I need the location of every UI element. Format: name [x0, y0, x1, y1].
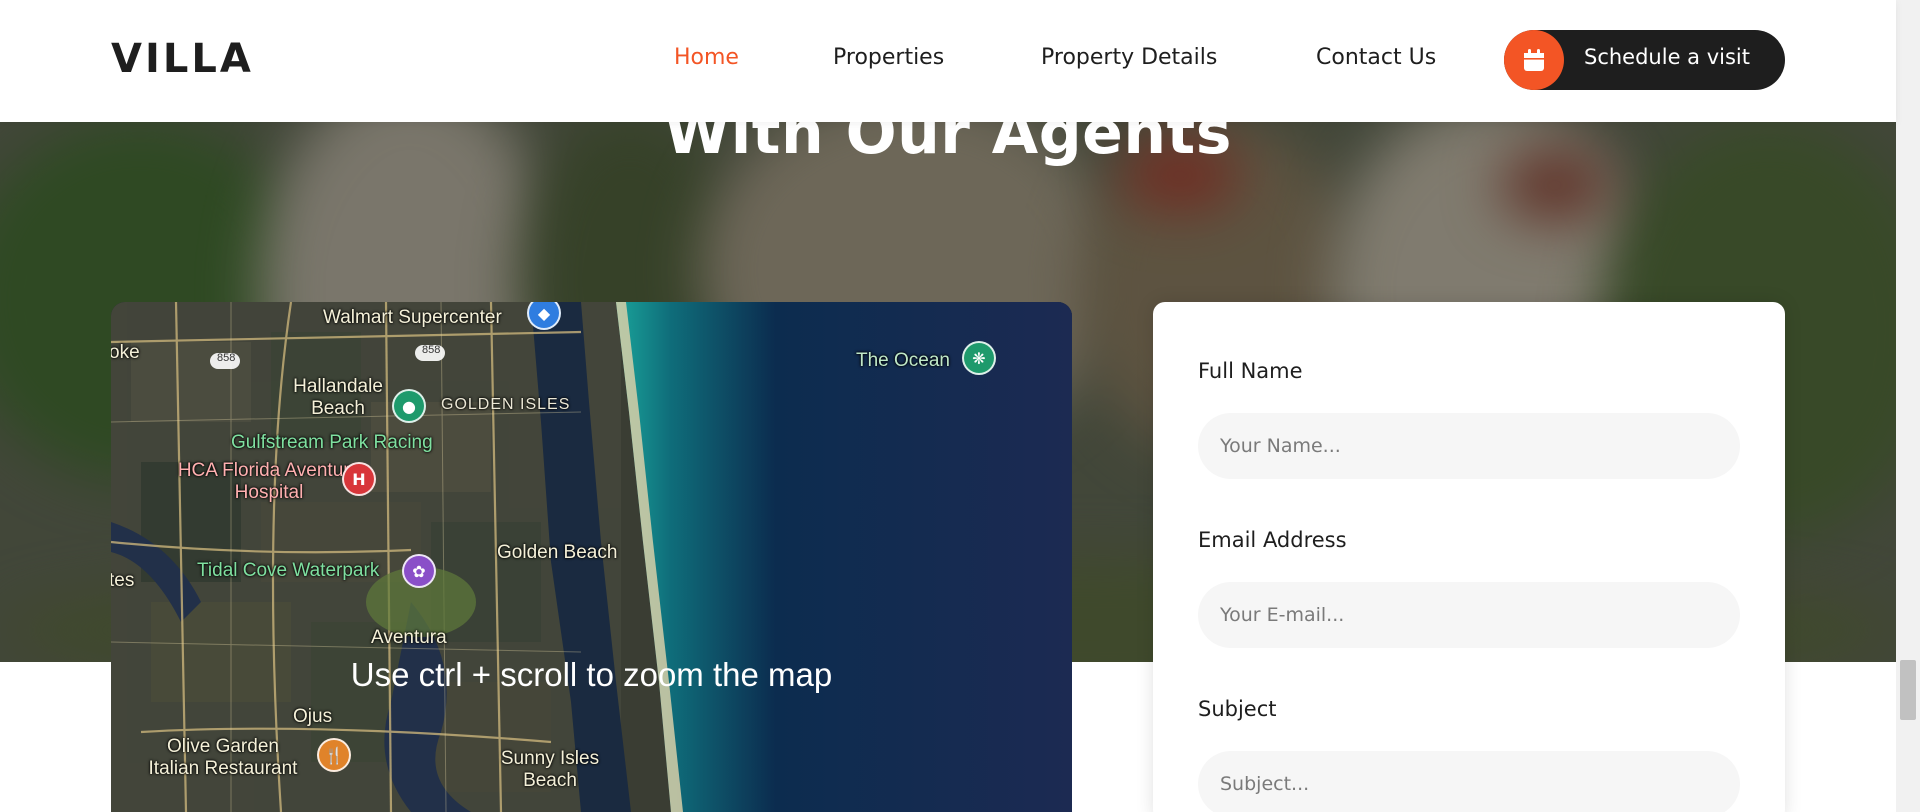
- nav-contact-us[interactable]: Contact Us: [1316, 45, 1436, 70]
- nav-home[interactable]: Home: [674, 45, 739, 70]
- nav-properties[interactable]: Properties: [833, 45, 944, 70]
- map-label-the-ocean: The Ocean: [856, 350, 950, 371]
- ocean-pin-icon[interactable]: ❋: [962, 341, 996, 375]
- map-label-walmart: Walmart Supercenter: [323, 307, 502, 328]
- subject-label: Subject: [1198, 697, 1277, 721]
- map-label-aventura: Aventura: [371, 627, 447, 648]
- full-name-label: Full Name: [1198, 359, 1303, 383]
- map-road-858-b: 858: [422, 344, 441, 356]
- map-label-ojus: Ojus: [293, 706, 333, 727]
- map-label-gulfstream: Gulfstream Park Racing: [231, 432, 433, 453]
- map-road-858-a: 858: [217, 352, 236, 364]
- email-label: Email Address: [1198, 528, 1347, 552]
- schedule-visit-label: Schedule a visit: [1584, 45, 1750, 69]
- location-map[interactable]: 858 858 oke tes Walmart Supercenter ◆ Ha…: [111, 302, 1072, 812]
- scrollbar-thumb[interactable]: [1900, 660, 1916, 720]
- calendar-icon: [1504, 30, 1564, 90]
- nav-property-details[interactable]: Property Details: [1041, 45, 1217, 70]
- park-pin-icon[interactable]: ●: [392, 389, 426, 423]
- restaurant-pin-icon[interactable]: 🍴: [317, 738, 351, 772]
- map-label-hallandale: Hallandale Beach: [293, 376, 383, 419]
- contact-form: Full Name Email Address Subject: [1153, 302, 1785, 812]
- map-label-edge-oke: oke: [111, 342, 140, 363]
- map-label-olive-garden: Olive Garden Italian Restaurant: [148, 736, 298, 779]
- map-label-sunny-isles: Sunny Isles Beach: [500, 748, 600, 791]
- hospital-pin-icon[interactable]: H: [342, 462, 376, 496]
- map-zoom-hint: Use ctrl + scroll to zoom the map: [350, 656, 833, 693]
- waterpark-pin-icon[interactable]: ✿: [402, 554, 436, 588]
- full-name-input[interactable]: [1198, 413, 1740, 479]
- subject-input[interactable]: [1198, 751, 1740, 812]
- site-header: VILLA Home Properties Property Details C…: [0, 0, 1896, 122]
- site-logo[interactable]: VILLA: [111, 36, 254, 82]
- map-label-edge-tes: tes: [111, 570, 135, 591]
- map-label-golden-isles: GOLDEN ISLES: [441, 396, 571, 413]
- map-label-tidal-cove: Tidal Cove Waterpark: [197, 560, 380, 581]
- schedule-visit-button[interactable]: Schedule a visit: [1504, 30, 1785, 90]
- map-label-golden-beach: Golden Beach: [497, 542, 618, 563]
- email-input[interactable]: [1198, 582, 1740, 648]
- map-label-hca: HCA Florida Aventura Hospital: [177, 460, 361, 503]
